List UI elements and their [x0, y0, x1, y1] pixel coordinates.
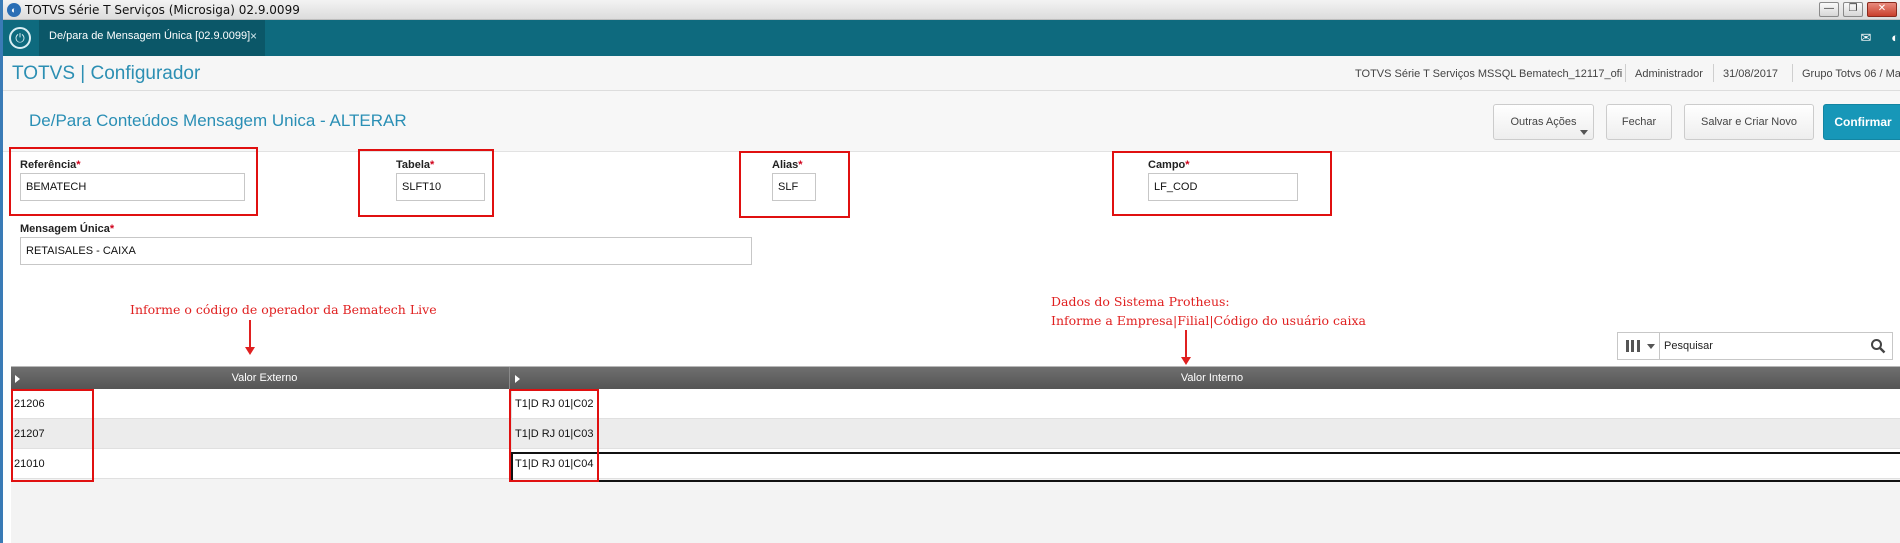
- annotation-left: Informe o código de operador da Bematech…: [130, 302, 437, 317]
- page-title: De/Para Conteúdos Mensagem Unica - ALTER…: [29, 111, 407, 130]
- row-indicator-icon: [515, 375, 520, 383]
- tabela-field[interactable]: [396, 173, 485, 201]
- mail-icon[interactable]: ✉: [1858, 30, 1874, 46]
- chevron-down-icon: [1647, 344, 1655, 349]
- cell-valor-interno[interactable]: T1|D RJ 01|C02: [511, 389, 1900, 419]
- cell-valor-interno[interactable]: T1|D RJ 01|C04: [511, 449, 1900, 479]
- annotation-right-line2: Informe a Empresa|Filial|Código do usuár…: [1051, 313, 1367, 328]
- current-date: 31/08/2017: [1723, 68, 1779, 80]
- annotation-arrow-left: [249, 320, 251, 347]
- app-tabbar: ⏻ De/para de Mensagem Única [02.9.0099] …: [3, 20, 1900, 56]
- grid-header: Valor Externo Valor Interno: [11, 367, 1900, 389]
- alias-field[interactable]: [772, 173, 816, 201]
- cell-valor-interno[interactable]: T1|D RJ 01|C03: [511, 419, 1900, 449]
- header-divider: [1713, 64, 1714, 82]
- column-divider: [509, 367, 510, 389]
- table-row-selected[interactable]: 21010 T1|D RJ 01|C04: [11, 449, 1900, 479]
- search-input[interactable]: [1664, 336, 1859, 356]
- campo-label: Campo*: [1148, 159, 1190, 171]
- app-window: ◐ TOTVS Série T Serviços (Microsiga) 02.…: [0, 0, 1900, 543]
- minimize-button[interactable]: —: [1819, 2, 1839, 17]
- annotation-arrow-right-head: [1181, 357, 1191, 365]
- referencia-label: Referência*: [20, 159, 81, 171]
- app-header: TOTVS | Configurador TOTVS Série T Servi…: [3, 56, 1900, 91]
- column-toggle-button[interactable]: [1618, 333, 1660, 359]
- referencia-field[interactable]: [20, 173, 245, 201]
- user-menu-icon[interactable]: ◐: [1887, 30, 1900, 46]
- user-name: Administrador: [1635, 68, 1703, 80]
- other-actions-button[interactable]: Outras Ações: [1493, 104, 1594, 140]
- tab-label: De/para de Mensagem Única [02.9.0099]: [49, 30, 251, 42]
- home-icon[interactable]: ⏻: [9, 27, 31, 49]
- table-row[interactable]: 21207 T1|D RJ 01|C03: [11, 419, 1900, 449]
- restore-button[interactable]: ❐: [1843, 2, 1863, 17]
- close-window-button[interactable]: ✕: [1867, 2, 1897, 17]
- company-group[interactable]: Grupo Totvs 06 / Matr: [1802, 68, 1900, 80]
- header-divider: [1625, 64, 1626, 82]
- header-divider: [1792, 64, 1793, 82]
- environment-info: TOTVS Série T Serviços MSSQL Bematech_12…: [1355, 68, 1623, 80]
- tab-close-icon[interactable]: ×: [250, 29, 257, 43]
- alias-label: Alias*: [772, 159, 803, 171]
- column-header-valor-interno[interactable]: Valor Interno: [521, 367, 1900, 389]
- columns-icon: [1626, 340, 1640, 352]
- campo-field[interactable]: [1148, 173, 1298, 201]
- cell-valor-externo[interactable]: 21207: [11, 419, 509, 449]
- tab-depara-mensagem-unica[interactable]: De/para de Mensagem Única [02.9.0099] ×: [39, 20, 265, 56]
- annotation-arrow-left-head: [245, 347, 255, 355]
- table-row[interactable]: 21206 T1|D RJ 01|C02: [11, 389, 1900, 419]
- mensagem-unica-field[interactable]: [20, 237, 752, 265]
- mensagem-unica-label: Mensagem Única*: [20, 223, 115, 235]
- window-title: TOTVS Série T Serviços (Microsiga) 02.9.…: [25, 3, 300, 17]
- tabela-label: Tabela*: [396, 159, 435, 171]
- annotation-right-line1: Dados do Sistema Protheus:: [1051, 294, 1230, 309]
- row-indicator-icon: [15, 375, 20, 383]
- mapping-grid: Valor Externo Valor Interno 21206 T1|D R…: [11, 366, 1900, 543]
- cell-valor-externo[interactable]: 21010: [11, 449, 509, 479]
- app-logo-icon: ◐: [7, 3, 21, 17]
- chevron-down-icon: [1580, 130, 1588, 135]
- close-button[interactable]: Fechar: [1606, 104, 1672, 140]
- annotation-arrow-right: [1185, 330, 1187, 357]
- cell-valor-externo[interactable]: 21206: [11, 389, 509, 419]
- column-header-valor-externo[interactable]: Valor Externo: [21, 367, 508, 389]
- brand-title: TOTVS | Configurador: [12, 63, 201, 84]
- search-box: [1617, 332, 1893, 360]
- save-and-create-new-button[interactable]: Salvar e Criar Novo: [1684, 104, 1814, 140]
- confirm-button[interactable]: Confirmar: [1823, 104, 1900, 140]
- other-actions-label: Outras Ações: [1510, 116, 1577, 128]
- search-icon[interactable]: [1870, 338, 1886, 354]
- os-titlebar: ◐ TOTVS Série T Serviços (Microsiga) 02.…: [3, 0, 1900, 20]
